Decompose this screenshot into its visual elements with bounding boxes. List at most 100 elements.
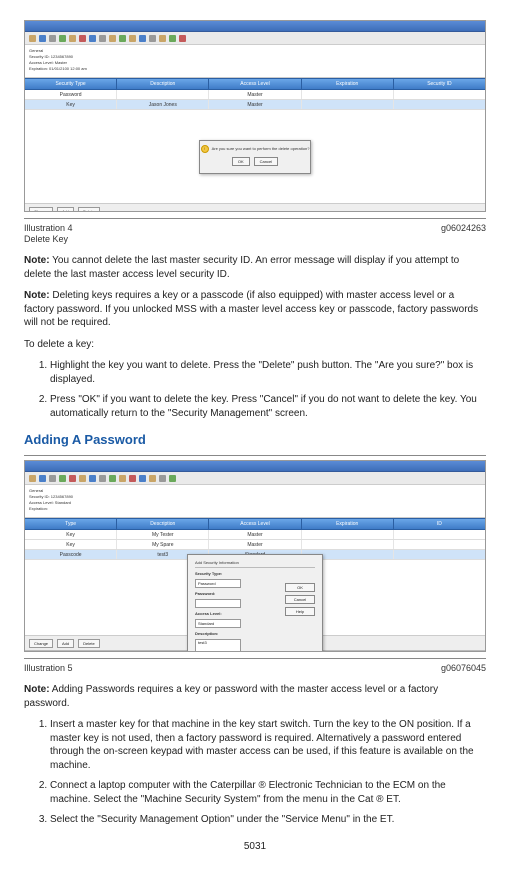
info-panel: General Security ID: 1234567890 Access L… [25,485,485,518]
toolbar-icon[interactable] [99,475,106,482]
toolbar-icon[interactable] [109,475,116,482]
th-security-id: Security ID [394,79,485,89]
document-page: General Security ID: 1234567890 Access L… [0,0,510,872]
cell-level: Master [209,540,301,549]
table-row[interactable]: Password Master [25,90,485,100]
delete-steps-list: Highlight the key you want to delete. Pr… [24,359,486,420]
th-security-type: Security Type [25,79,117,89]
toolbar-icon[interactable] [149,475,156,482]
paragraph: To delete a key: [24,338,486,352]
toolbar-icon[interactable] [29,475,36,482]
info-panel: General Security ID: 1234567890 Access L… [25,45,485,78]
toolbar-icon[interactable] [149,35,156,42]
access-level-select[interactable]: Standard [195,619,241,628]
th-description: Description [117,519,209,529]
cell-exp [302,100,394,109]
help-button[interactable]: Help [285,607,315,616]
info-expiration: Expiration: 01/01/2100 12:00 am [29,66,87,71]
label-password: Password: [195,591,235,596]
cell-level: Master [209,90,301,99]
page-number: 5031 [24,841,486,852]
note-paragraph: Note: Deleting keys requires a key or a … [24,289,486,330]
note-text: Adding Passwords requires a key or passw… [24,684,438,709]
info-expiration: Expiration: [29,506,48,511]
list-item: Connect a laptop computer with the Cater… [50,779,486,806]
th-access-level: Access Level [209,519,301,529]
toolbar-icon[interactable] [89,475,96,482]
cell-exp [302,530,394,539]
table-empty-area: Add Security Information Security Type: … [25,560,485,635]
toolbar-icon[interactable] [39,475,46,482]
delete-button[interactable]: Delete [78,639,100,648]
cell-id [394,100,485,109]
list-item: Highlight the key you want to delete. Pr… [50,359,486,386]
toolbar-icon[interactable] [59,35,66,42]
dialog-title: Add Security Information [195,560,315,568]
window-titlebar [25,461,485,472]
app-toolbar [25,32,485,45]
toolbar-icon[interactable] [79,475,86,482]
toolbar-icon[interactable] [169,35,176,42]
toolbar-icon[interactable] [179,35,186,42]
toolbar-icon[interactable] [79,35,86,42]
cell-type: Key [25,530,117,539]
toolbar-icon[interactable] [139,35,146,42]
cell-type: Key [25,540,117,549]
th-access-level: Access Level [209,79,301,89]
add-button[interactable]: Add [57,207,74,213]
th-expiration: Expiration [302,519,394,529]
cancel-button[interactable]: Cancel [254,157,278,166]
toolbar-icon[interactable] [99,35,106,42]
toolbar-icon[interactable] [89,35,96,42]
ok-button[interactable]: OK [285,583,315,592]
add-steps-list: Insert a master key for that machine in … [24,718,486,827]
table-row[interactable]: Key My Spare Master [25,540,485,550]
illustration-code: g06076045 [441,663,486,673]
label-security-type: Security Type: [195,571,235,576]
password-input[interactable] [195,599,241,608]
table-row[interactable]: Key My Tester Master [25,530,485,540]
cell-exp [302,540,394,549]
toolbar-icon[interactable] [119,35,126,42]
table-row[interactable]: Key Jason Jones Master [25,100,485,110]
toolbar-icon[interactable] [69,475,76,482]
delete-button[interactable]: Delete [78,207,100,213]
table-empty-area: ! Are you sure you want to perform the d… [25,110,485,203]
th-id: ID [394,519,485,529]
note-text: Deleting keys requires a key or a passco… [24,290,478,328]
th-description: Description [117,79,209,89]
toolbar-icon[interactable] [29,35,36,42]
toolbar-icon[interactable] [129,475,136,482]
toolbar-icon[interactable] [49,475,56,482]
dialog-message: Are you sure you want to perform the del… [212,146,310,151]
toolbar-icon[interactable] [49,35,56,42]
change-button[interactable]: Change [29,207,53,213]
cancel-button[interactable]: Cancel [285,595,315,604]
illustration-label: Illustration 5 [24,663,73,673]
th-type: Type [25,519,117,529]
figure-caption: Illustration 4 g06024263 [24,223,486,233]
label-description: Description: [195,631,235,636]
toolbar-icon[interactable] [129,35,136,42]
toolbar-icon[interactable] [169,475,176,482]
figure-caption: Illustration 5 g06076045 [24,663,486,673]
toolbar-icon[interactable] [109,35,116,42]
confirm-dialog: ! Are you sure you want to perform the d… [199,140,311,174]
toolbar-icon[interactable] [39,35,46,42]
cell-level: Master [209,530,301,539]
toolbar-icon[interactable] [59,475,66,482]
ok-button[interactable]: OK [232,157,250,166]
cell-level: Master [209,100,301,109]
change-button[interactable]: Change [29,639,53,648]
toolbar-icon[interactable] [159,35,166,42]
add-button[interactable]: Add [57,639,74,648]
toolbar-icon[interactable] [139,475,146,482]
description-input[interactable]: test3 [195,639,241,652]
security-type-select[interactable]: Password [195,579,241,588]
toolbar-icon[interactable] [159,475,166,482]
window-titlebar [25,21,485,32]
toolbar-icon[interactable] [69,35,76,42]
label-access-level: Access Level: [195,611,235,616]
toolbar-icon[interactable] [119,475,126,482]
section-heading: Adding A Password [24,432,486,447]
